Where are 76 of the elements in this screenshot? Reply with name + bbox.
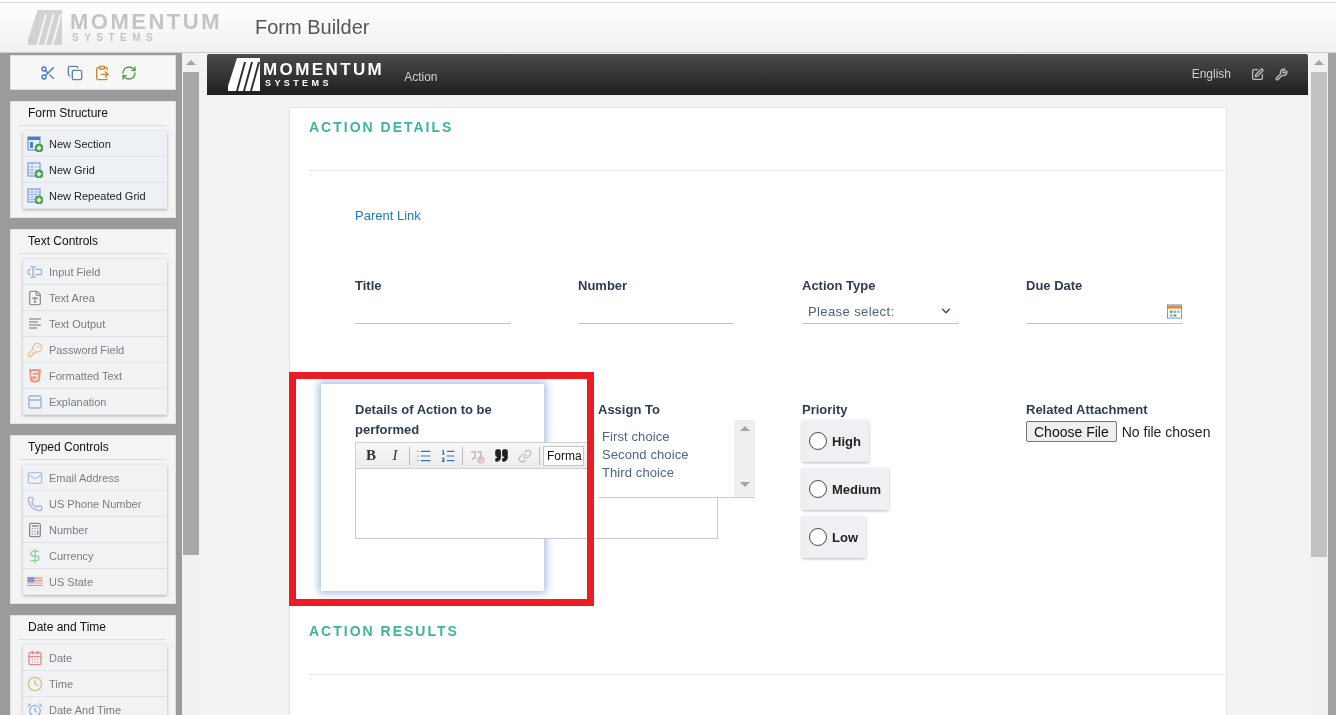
- calendar-icon[interactable]: [1167, 303, 1182, 319]
- section-title: ACTION DETAILS: [309, 119, 454, 135]
- window-icon: [27, 393, 43, 410]
- calculator-icon: [27, 521, 43, 538]
- calendar-icon: [27, 649, 43, 666]
- form-title: Action: [404, 69, 438, 84]
- logo-name: MOMENTUM: [70, 12, 222, 32]
- window-plus-icon: [27, 135, 43, 152]
- parent-link[interactable]: Parent Link: [355, 208, 421, 224]
- field-label: Details of Action to be performed: [355, 401, 493, 439]
- field-label: Assign To: [598, 401, 661, 419]
- select-field[interactable]: Please select:: [802, 299, 959, 324]
- table-plus-icon: [27, 187, 43, 204]
- shield-icon: [27, 367, 43, 384]
- logo-tagline: SYSTEMS: [264, 77, 333, 88]
- bold-button[interactable]: B: [360, 445, 382, 466]
- section-title: ACTION RESULTS: [309, 623, 459, 639]
- field-label: Action Type: [802, 277, 877, 295]
- radio-option[interactable]: Low: [802, 516, 866, 558]
- field-label: Priority: [802, 401, 849, 419]
- scrollbar[interactable]: [1310, 53, 1328, 715]
- file-status: No file chosen: [1121, 423, 1211, 440]
- scrollbar-thumb[interactable]: [1311, 72, 1327, 557]
- radio-option[interactable]: High: [802, 420, 869, 462]
- clock-icon: [27, 675, 43, 692]
- text-cursor-icon: [27, 263, 43, 280]
- listbox[interactable]: First choice Second choice Third choice: [598, 420, 755, 498]
- text-lines-icon: [27, 315, 43, 332]
- envelope-icon: [27, 469, 43, 486]
- group-title: Typed Controls: [19, 438, 166, 460]
- listbox-option[interactable]: Second choice: [602, 446, 689, 463]
- group-title: Date and Time: [19, 618, 166, 640]
- field-label: Number: [578, 277, 629, 295]
- palette-item[interactable]: New Grid: [23, 157, 167, 183]
- key-icon: [27, 341, 43, 358]
- logo-mark-icon: [28, 9, 62, 46]
- refresh-icon[interactable]: [121, 64, 137, 81]
- phone-icon: [27, 495, 43, 512]
- app-title: Form Builder: [255, 16, 370, 39]
- alarm-clock-icon: [27, 701, 43, 715]
- listbox-option[interactable]: Third choice: [602, 464, 674, 481]
- grid-plus-icon: [27, 161, 43, 178]
- field-label: Title: [355, 277, 383, 295]
- wrench-icon[interactable]: [1275, 68, 1288, 81]
- radio-icon[interactable]: [809, 480, 827, 498]
- logo-name: MOMENTUM: [263, 61, 385, 78]
- logo-mark-icon: [228, 58, 260, 91]
- numbered-list-icon: [440, 447, 456, 464]
- quote-icon: [493, 448, 509, 463]
- scroll-down-icon[interactable]: [739, 482, 750, 487]
- group-title: Form Structure: [19, 104, 166, 126]
- palette-item[interactable]: New Section: [23, 131, 167, 157]
- copy-icon[interactable]: [67, 64, 83, 81]
- field-label: Related Attachment: [1026, 401, 1149, 419]
- format-select[interactable]: Forma: [543, 445, 584, 466]
- flag-icon: [27, 573, 43, 590]
- radio-icon[interactable]: [809, 528, 827, 546]
- edit-icon[interactable]: [1251, 68, 1264, 81]
- clipboard-icon[interactable]: [94, 64, 110, 81]
- language-link[interactable]: English: [1191, 66, 1231, 81]
- italic-button[interactable]: I: [384, 445, 406, 466]
- palette-item[interactable]: New Repeated Grid: [23, 183, 167, 209]
- scrollbar-thumb[interactable]: [183, 72, 199, 555]
- listbox-option[interactable]: First choice: [602, 428, 670, 445]
- link-icon: [518, 448, 532, 463]
- group-title: Text Controls: [19, 232, 166, 254]
- radio-option[interactable]: Medium: [802, 468, 890, 510]
- scrollbar[interactable]: [734, 420, 755, 497]
- choose-file-button[interactable]: Choose File: [1026, 421, 1117, 442]
- dollar-icon: [27, 547, 43, 564]
- scrollbar[interactable]: [182, 53, 200, 715]
- scroll-up-icon[interactable]: [739, 426, 750, 431]
- scissors-icon[interactable]: [40, 64, 56, 81]
- field-label: Due Date: [1026, 277, 1084, 295]
- document-icon: [27, 289, 43, 306]
- radio-icon[interactable]: [809, 432, 827, 450]
